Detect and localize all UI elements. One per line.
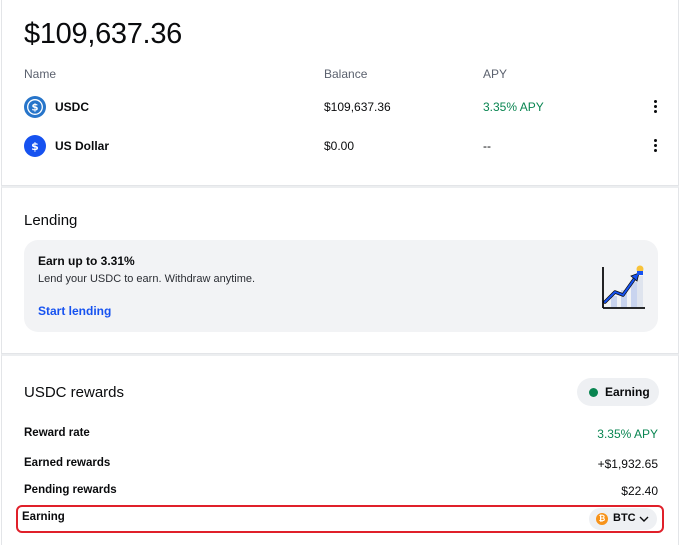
earning-status-label: Earning [605,385,650,399]
pending-rewards-value: $22.40 [621,484,658,498]
earning-coin-label: BTC [613,512,636,524]
pending-rewards-label: Pending rewards [24,484,117,496]
lending-card: Lending Earn up to 3.31% Lend your USDC … [1,186,679,354]
svg-text:$: $ [32,103,39,114]
earned-rewards-value: +$1,932.65 [597,457,658,471]
promo-title: Earn up to 3.31% [38,254,135,268]
asset-name: USDC [55,100,90,114]
column-header-balance: Balance [324,67,368,81]
svg-text:$: $ [31,140,39,153]
reward-rate-row: Reward rate 3.35% APY [2,425,680,445]
lending-title: Lending [24,212,78,229]
column-header-name: Name [24,67,57,81]
asset-row-us-dollar[interactable]: $ US Dollar $0.00 -- [2,129,680,163]
start-lending-link[interactable]: Start lending [38,304,111,318]
column-header-apy: APY [483,67,508,81]
total-balance: $109,637.36 [24,18,182,50]
promo-subtitle: Lend your USDC to earn. Withdraw anytime… [38,273,256,285]
earning-row-label: Earning [22,511,65,523]
earning-coin-dropdown[interactable]: ₿ BTC [589,508,657,530]
usdc-icon: $ [24,96,46,118]
asset-balance: $0.00 [324,139,355,153]
asset-name: US Dollar [55,139,110,153]
reward-rate-value: 3.35% APY [597,427,658,441]
asset-balance: $109,637.36 [324,100,391,114]
more-options-icon[interactable] [646,96,666,118]
asset-apy: 3.35% APY [483,100,544,114]
reward-rate-label: Reward rate [24,427,90,439]
asset-row-usdc[interactable]: $ USDC $109,637.36 3.35% APY [2,90,680,124]
btc-icon: ₿ [596,513,608,525]
earned-rewards-label: Earned rewards [24,457,111,469]
more-options-icon[interactable] [646,135,666,157]
growth-chart-icon [601,264,647,310]
earning-status-badge: Earning [577,378,659,406]
lending-promo: Earn up to 3.31% Lend your USDC to earn.… [24,240,658,332]
chevron-down-icon [638,512,650,524]
rewards-title: USDC rewards [24,384,125,401]
earned-rewards-row: Earned rewards +$1,932.65 [2,455,680,475]
balance-card: $109,637.36 Name Balance APY $ USDC $109… [1,0,679,186]
dollar-icon: $ [24,135,46,157]
pending-rewards-row: Pending rewards $22.40 [2,482,680,502]
status-dot-icon [589,388,598,397]
earning-row-highlight [16,505,664,533]
asset-apy: -- [483,139,491,153]
